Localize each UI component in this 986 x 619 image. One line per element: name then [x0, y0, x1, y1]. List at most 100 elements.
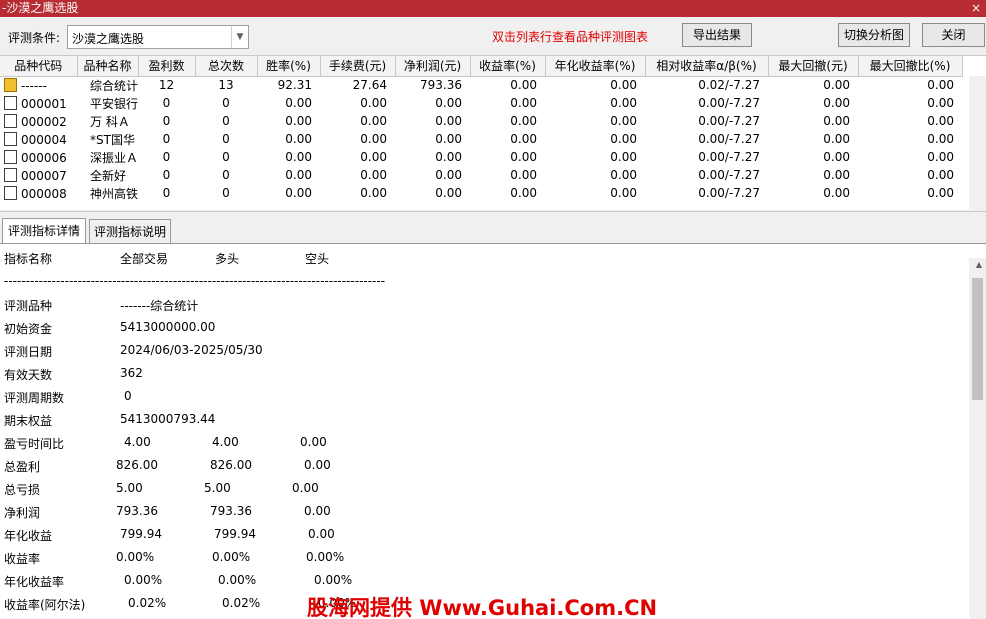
export-button[interactable]: 导出结果 [682, 23, 752, 47]
table-cell-fee: 0.00 [320, 184, 395, 202]
cell-text: 27.64 [352, 78, 387, 93]
detail-separator: ----------------------------------------… [4, 274, 386, 288]
detail-scrollbar[interactable]: ▲ [969, 258, 986, 619]
detail-label: 评测周期数 [4, 391, 65, 405]
detail-header-long: 多头 [215, 252, 240, 266]
cell-text: 0.00 [510, 186, 537, 200]
table-cell-rate: 0.00 [257, 184, 320, 202]
table-cell-maxdd: 0.00 [768, 94, 858, 112]
table-cell-win: 0 [138, 130, 195, 148]
column-header[interactable]: 相对收益率α/β(%) [645, 56, 769, 77]
detail-row: 初始资金 5413000000.00 [0, 320, 960, 338]
cell-text: 0.00 [927, 96, 954, 110]
table-row[interactable]: 000007 全新好 0 0 0.00 0.00 0.00 0.00 0.00 0.00/-7.2… [0, 166, 962, 184]
column-header[interactable]: 胜率(%) [257, 56, 321, 77]
detail-label: 收益率 [4, 552, 41, 566]
cell-text: 12 [158, 78, 175, 93]
table-row[interactable]: 000001 平安银行 0 0 0.00 0.00 0.00 0.00 0.00 0.00/-7.… [0, 94, 962, 112]
table-cell-fee: 0.00 [320, 166, 395, 184]
detail-all: 0 [124, 389, 132, 403]
column-header[interactable]: 净利润(元) [395, 56, 471, 77]
table-cell-win: 0 [138, 166, 195, 184]
condition-select[interactable]: 沙漠之鹰选股 ▼ [67, 25, 249, 49]
detail-all: 793.36 [116, 504, 158, 518]
scroll-up-icon[interactable]: ▲ [976, 260, 982, 269]
detail-row: 盈亏时间比 4.00 4.00 0.00 [0, 435, 960, 453]
table-row[interactable]: ------ 综合统计 12 13 92.31 27.64 793.36 0.00 0.00 0.… [0, 76, 962, 94]
document-icon [4, 185, 17, 200]
detail-long: 5.00 [204, 481, 231, 495]
cell-text: 000002 [21, 114, 67, 129]
table-cell-alpha: 0.02/-7.27 [645, 76, 768, 94]
cell-text: 万 科Ａ [90, 114, 130, 129]
table-cell-code: ------ [0, 76, 77, 94]
table-cell-alpha: 0.00/-7.27 [645, 130, 768, 148]
cell-text: 0.00 [823, 96, 850, 110]
table-cell-annual: 0.00 [545, 76, 645, 94]
detail-short: 0.00% [314, 573, 353, 587]
cell-text: 0 [162, 150, 171, 164]
cell-text: 0.00 [360, 168, 387, 182]
cell-text: 0 [162, 186, 171, 200]
tab-explain[interactable]: 评测指标说明 [89, 219, 171, 245]
cell-text: 0 [222, 186, 230, 200]
switch-chart-button[interactable]: 切换分析图 [838, 23, 910, 47]
column-header[interactable]: 总次数 [195, 56, 258, 77]
tab-detail[interactable]: 评测指标详情 [2, 218, 86, 246]
detail-short: 0.00 [292, 481, 319, 495]
table-cell-maxddr: 0.00 [858, 112, 962, 130]
table-row[interactable]: 000006 深振业Ａ 0 0 0.00 0.00 0.00 0.00 0.00 0.00/-7.… [0, 148, 962, 166]
detail-short: 0.00 [308, 527, 335, 541]
table-cell-rate: 0.00 [257, 166, 320, 184]
table-cell-total: 0 [195, 166, 257, 184]
detail-header-all: 全部交易 [120, 252, 169, 266]
column-header[interactable]: 品种名称 [77, 56, 139, 77]
table-scrollbar[interactable] [969, 76, 986, 210]
table-row[interactable]: 000004 *ST国华 0 0 0.00 0.00 0.00 0.00 0.00 0.00/-7… [0, 130, 962, 148]
cell-text: 0.00/-7.27 [698, 150, 760, 164]
table-cell-profit: 0.00 [395, 184, 470, 202]
table-cell-maxdd: 0.00 [768, 184, 858, 202]
column-header[interactable]: 手续费(元) [320, 56, 396, 77]
table-row[interactable]: 000002 万 科Ａ 0 0 0.00 0.00 0.00 0.00 0.00 0.00/-7.… [0, 112, 962, 130]
detail-row: 收益率 0.00% 0.00% 0.00% [0, 550, 960, 568]
tab-bar: 评测指标详情 评测指标说明 [0, 211, 986, 246]
cell-text: 0.00 [285, 150, 312, 164]
close-button[interactable]: 关闭 [922, 23, 985, 47]
detail-all: 5413000793.44 [120, 412, 216, 426]
cell-text: 0.00/-7.27 [698, 96, 760, 110]
table-cell-alpha: 0.00/-7.27 [645, 112, 768, 130]
table-cell-maxddr: 0.00 [858, 94, 962, 112]
cell-text: 0.00 [285, 168, 312, 182]
scrollbar-thumb[interactable] [972, 278, 983, 400]
close-icon[interactable]: × [968, 0, 984, 16]
cell-text: 000004 [21, 132, 67, 147]
chevron-down-icon[interactable]: ▼ [231, 26, 248, 48]
table-cell-maxdd: 0.00 [768, 112, 858, 130]
cell-text: 0.00 [610, 78, 637, 93]
detail-all: 4.00 [124, 435, 151, 449]
cell-text: 0.00 [927, 186, 954, 200]
cell-text: 平安银行 [90, 96, 138, 111]
document-icon [4, 95, 17, 110]
table-cell-maxdd: 0.00 [768, 166, 858, 184]
column-header[interactable]: 年化收益率(%) [545, 56, 646, 77]
column-header[interactable]: 盈利数 [138, 56, 196, 77]
table-cell-win: 0 [138, 112, 195, 130]
table-cell-ret: 0.00 [470, 166, 545, 184]
document-icon [4, 113, 17, 128]
column-header[interactable]: 最大回撤比(%) [858, 56, 963, 77]
detail-short: 0.00 [304, 458, 331, 472]
table-cell-code: 000004 [0, 130, 77, 148]
cell-text: 0.00 [927, 168, 954, 182]
cell-text: 0 [162, 114, 171, 128]
table-cell-maxdd: 0.00 [768, 76, 858, 94]
detail-row: 总盈利 826.00 826.00 0.00 [0, 458, 960, 476]
column-header[interactable]: 品种代码 [0, 56, 78, 77]
table-row[interactable]: 000008 神州高铁 0 0 0.00 0.00 0.00 0.00 0.00 0.00/-7.… [0, 184, 962, 202]
column-header[interactable]: 最大回撤(元) [768, 56, 859, 77]
table-cell-annual: 0.00 [545, 166, 645, 184]
detail-label: 总亏损 [4, 483, 41, 497]
column-header[interactable]: 收益率(%) [470, 56, 546, 77]
cell-text: 0.00 [610, 186, 637, 200]
